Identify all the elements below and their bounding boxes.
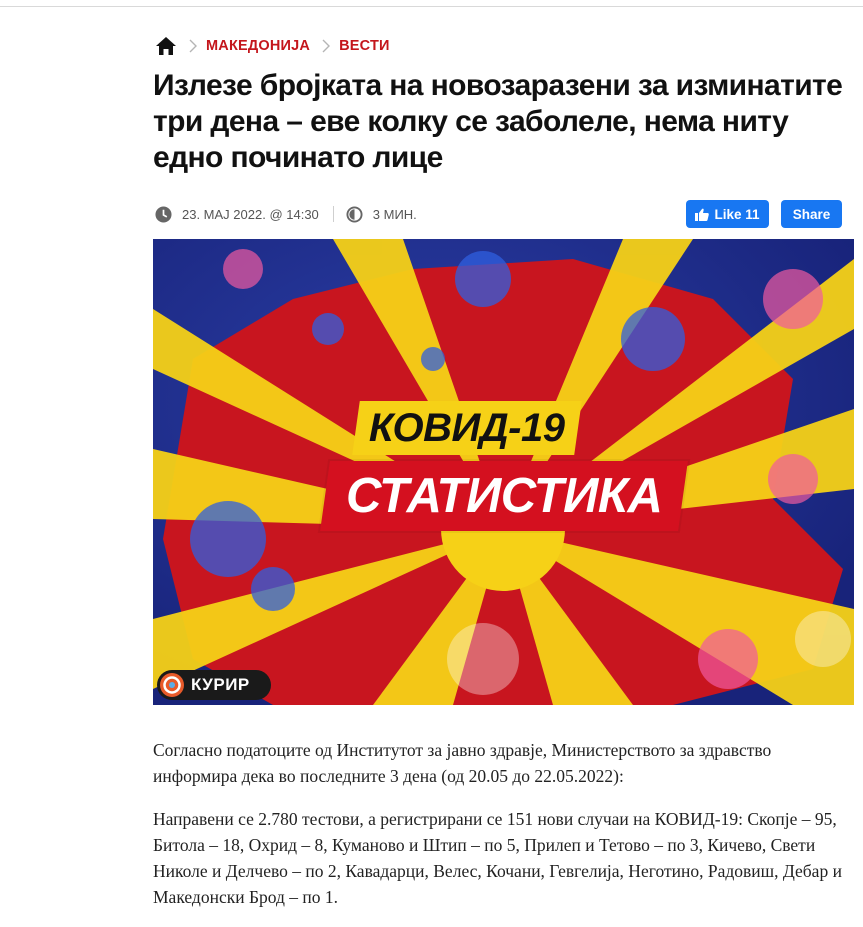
article-title: Излезе бројката на новозаразени за измин… [153,69,843,174]
thumbs-up-icon [695,208,710,221]
article-paragraph: Направени се 2.780 тестови, а регистрира… [153,809,842,907]
article-body: Согласно податоците од Институтот за јав… [153,737,858,927]
breadcrumb-item-makedonija[interactable]: МАКЕДОНИЈА [206,38,310,54]
top-divider [0,6,863,7]
kurir-logo-badge: КУРИР [157,670,271,700]
article-paragraph: Согласно податоците од Институтот за јав… [153,740,772,786]
publish-date: 23. МАЈ 2022. @ 14:30 [182,206,319,222]
clock-icon [155,205,172,223]
read-time: 3 МИН. [372,206,417,222]
chevron-right-icon [322,39,331,53]
home-icon[interactable] [155,36,177,56]
like-label: Like 11 [714,206,760,222]
hero-image[interactable]: КОВИД-19 СТАТИСТИКА КУРИР [153,239,854,705]
breadcrumb: МАКЕДОНИЈА ВЕСТИ [155,35,390,57]
share-label: Share [792,206,831,222]
breadcrumb-item-vesti[interactable]: ВЕСТИ [339,38,390,54]
article-meta: 23. МАЈ 2022. @ 14:30 3 МИН. [155,204,417,224]
chevron-right-icon [189,39,197,53]
meta-divider [332,206,334,222]
facebook-like-button[interactable]: Like 11 [686,200,769,228]
kurir-brand: КУРИР [191,675,250,694]
hero-title-statistika: СТАТИСТИКА [320,461,688,531]
hero-line1: КОВИД-19 [369,405,565,450]
hero-title-covid: КОВИД-19 [352,401,582,455]
hero-line2: СТАТИСТИКА [345,469,663,523]
read-time-icon [346,205,363,223]
kurir-logo-icon [160,673,184,697]
facebook-share-button[interactable]: Share [781,200,842,228]
